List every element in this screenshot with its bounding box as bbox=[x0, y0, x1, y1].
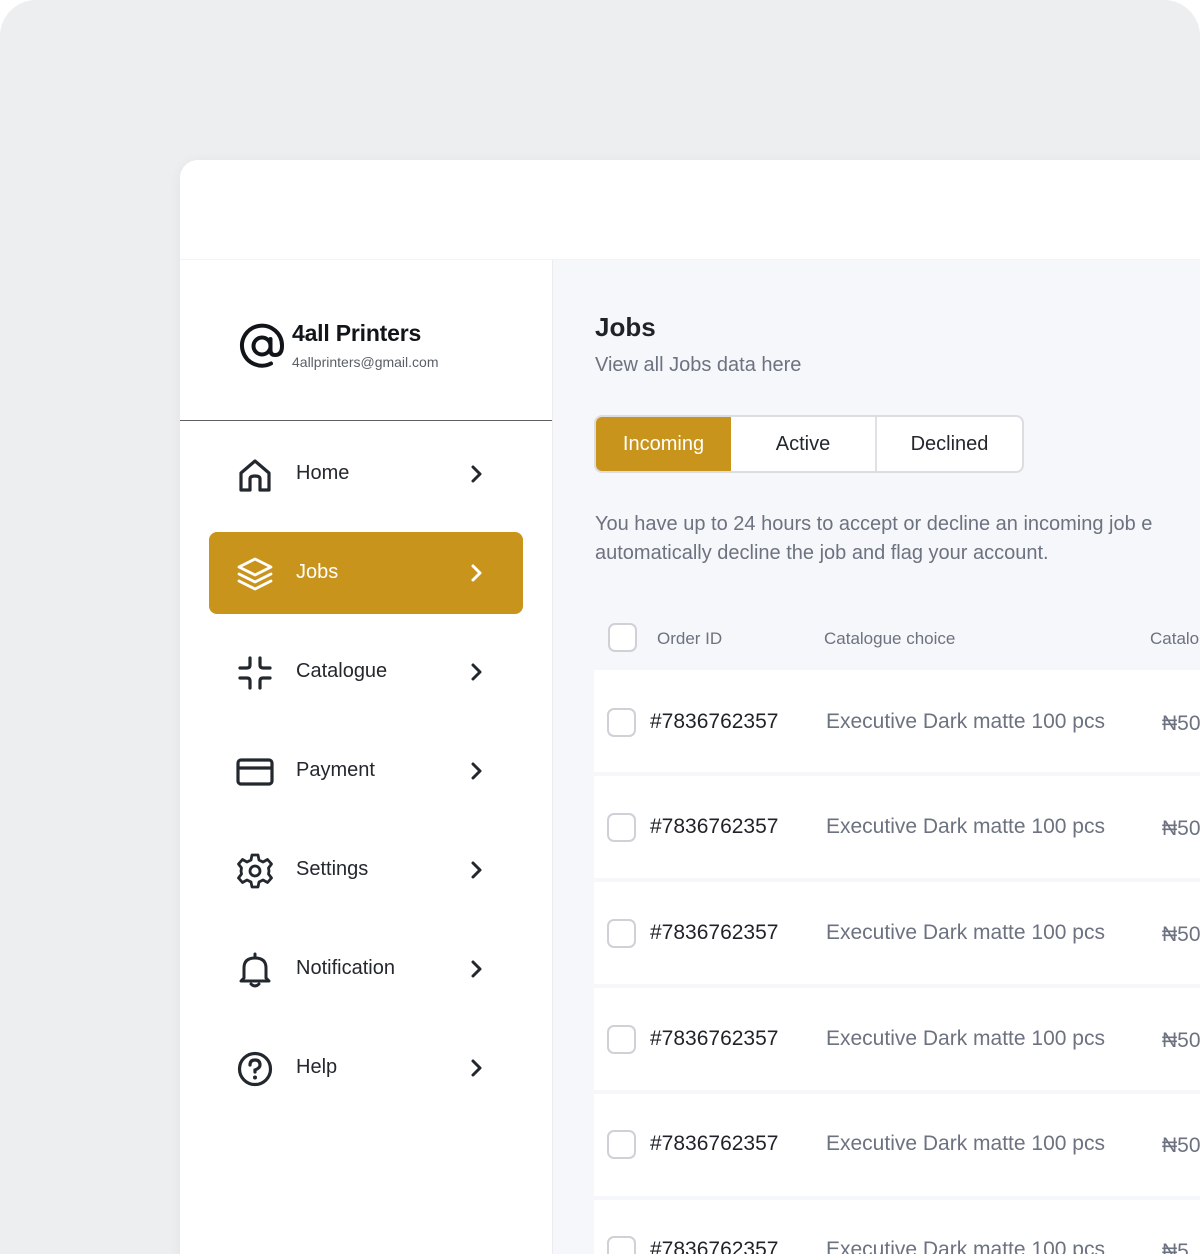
column-header-catalogue-price: Catalo bbox=[1150, 629, 1200, 648]
chevron-right-icon bbox=[471, 762, 482, 780]
sidebar-item-notification[interactable]: Notification bbox=[209, 928, 523, 1010]
order-id-cell: #7836762357 bbox=[650, 1238, 779, 1254]
tab-active[interactable]: Active bbox=[731, 417, 875, 471]
table-header: Order ID Catalogue choice Catalo bbox=[594, 605, 1200, 670]
table-row[interactable]: #7836762357 Executive Dark matte 100 pcs… bbox=[594, 776, 1200, 878]
home-icon bbox=[239, 459, 271, 492]
jobs-table: Order ID Catalogue choice Catalo #783676… bbox=[594, 605, 1200, 1254]
sidebar-item-label: Home bbox=[296, 462, 350, 484]
catalogue-choice-cell: Executive Dark matte 100 pcs bbox=[826, 921, 1105, 944]
info-notice: You have up to 24 hours to accept or dec… bbox=[595, 510, 1200, 568]
price-cell: ₦50 bbox=[1162, 1029, 1200, 1052]
sidebar-item-label: Payment bbox=[296, 759, 375, 781]
top-bar bbox=[180, 160, 1200, 260]
brand: 4all Printers 4allprinters@gmail.com bbox=[238, 320, 538, 380]
table-row[interactable]: #7836762357 Executive Dark matte 100 pcs… bbox=[594, 1200, 1200, 1254]
table-row[interactable]: #7836762357 Executive Dark matte 100 pcs… bbox=[594, 988, 1200, 1090]
table-row[interactable]: #7836762357 Executive Dark matte 100 pcs… bbox=[594, 670, 1200, 772]
help-circle-icon bbox=[237, 1051, 273, 1087]
chevron-right-icon bbox=[471, 663, 482, 681]
layers-icon bbox=[237, 557, 273, 591]
sidebar-item-home[interactable]: Home bbox=[209, 433, 523, 515]
app-window: 4all Printers 4allprinters@gmail.com Hom… bbox=[180, 160, 1200, 1254]
sidebar-item-label: Catalogue bbox=[296, 660, 388, 682]
chevron-right-icon bbox=[471, 465, 482, 483]
sidebar-item-settings[interactable]: Settings bbox=[209, 829, 523, 911]
catalogue-choice-cell: Executive Dark matte 100 pcs bbox=[826, 815, 1105, 838]
row-checkbox[interactable] bbox=[607, 1236, 636, 1254]
row-checkbox[interactable] bbox=[607, 708, 636, 737]
select-all-checkbox[interactable] bbox=[608, 623, 637, 652]
order-id-cell: #7836762357 bbox=[650, 1132, 779, 1155]
chevron-right-icon bbox=[471, 960, 482, 978]
info-line: You have up to 24 hours to accept or dec… bbox=[595, 513, 1153, 535]
price-cell: ₦50 bbox=[1162, 817, 1200, 840]
sidebar-item-label: Help bbox=[296, 1056, 338, 1078]
order-id-cell: #7836762357 bbox=[650, 815, 779, 838]
sidebar-divider bbox=[180, 420, 552, 421]
gear-icon bbox=[237, 853, 273, 889]
table-row[interactable]: #7836762357 Executive Dark matte 100 pcs… bbox=[594, 882, 1200, 984]
at-sign-icon bbox=[240, 323, 285, 368]
sidebar-item-jobs[interactable]: Jobs bbox=[209, 532, 523, 614]
row-checkbox[interactable] bbox=[607, 1130, 636, 1159]
tab-declined[interactable]: Declined bbox=[877, 417, 1022, 471]
order-id-cell: #7836762357 bbox=[650, 710, 779, 733]
minimize-icon bbox=[238, 656, 272, 690]
chevron-right-icon bbox=[471, 1059, 482, 1077]
order-id-cell: #7836762357 bbox=[650, 921, 779, 944]
brand-email: 4allprinters@gmail.com bbox=[292, 354, 439, 370]
catalogue-choice-cell: Executive Dark matte 100 pcs bbox=[826, 1027, 1105, 1050]
sidebar-item-catalogue[interactable]: Catalogue bbox=[209, 631, 523, 713]
price-cell: ₦50 bbox=[1162, 923, 1200, 946]
price-cell: ₦50 bbox=[1162, 1134, 1200, 1157]
catalogue-choice-cell: Executive Dark matte 100 pcs bbox=[826, 1238, 1105, 1254]
catalogue-choice-cell: Executive Dark matte 100 pcs bbox=[826, 710, 1105, 733]
sidebar-item-help[interactable]: Help bbox=[209, 1027, 523, 1109]
sidebar-item-payment[interactable]: Payment bbox=[209, 730, 523, 812]
sidebar-item-label: Settings bbox=[296, 858, 369, 880]
chevron-right-icon bbox=[471, 861, 482, 879]
page-subtitle: View all Jobs data here bbox=[595, 354, 802, 376]
order-id-cell: #7836762357 bbox=[650, 1027, 779, 1050]
sidebar: 4all Printers 4allprinters@gmail.com Hom… bbox=[180, 260, 553, 1254]
sidebar-item-label: Notification bbox=[296, 957, 395, 979]
catalogue-choice-cell: Executive Dark matte 100 pcs bbox=[826, 1132, 1105, 1155]
main-content: Jobs View all Jobs data here Incoming Ac… bbox=[553, 260, 1200, 1254]
chevron-right-icon bbox=[471, 564, 482, 582]
credit-card-icon bbox=[236, 758, 274, 786]
row-checkbox[interactable] bbox=[607, 1025, 636, 1054]
tab-incoming[interactable]: Incoming bbox=[596, 417, 731, 471]
job-status-tabs: Incoming Active Declined bbox=[594, 415, 1024, 473]
page-title: Jobs bbox=[595, 312, 656, 342]
column-header-catalogue-choice: Catalogue choice bbox=[824, 629, 956, 648]
column-header-order-id: Order ID bbox=[657, 629, 723, 648]
bell-icon bbox=[239, 952, 271, 988]
brand-name: 4all Printers bbox=[292, 320, 422, 346]
info-line: automatically decline the job and flag y… bbox=[595, 542, 1049, 564]
sidebar-item-label: Jobs bbox=[296, 561, 339, 583]
row-checkbox[interactable] bbox=[607, 813, 636, 842]
table-row[interactable]: #7836762357 Executive Dark matte 100 pcs… bbox=[594, 1094, 1200, 1196]
price-cell: ₦50 bbox=[1162, 712, 1200, 735]
price-cell: ₦5 bbox=[1162, 1240, 1189, 1254]
row-checkbox[interactable] bbox=[607, 919, 636, 948]
